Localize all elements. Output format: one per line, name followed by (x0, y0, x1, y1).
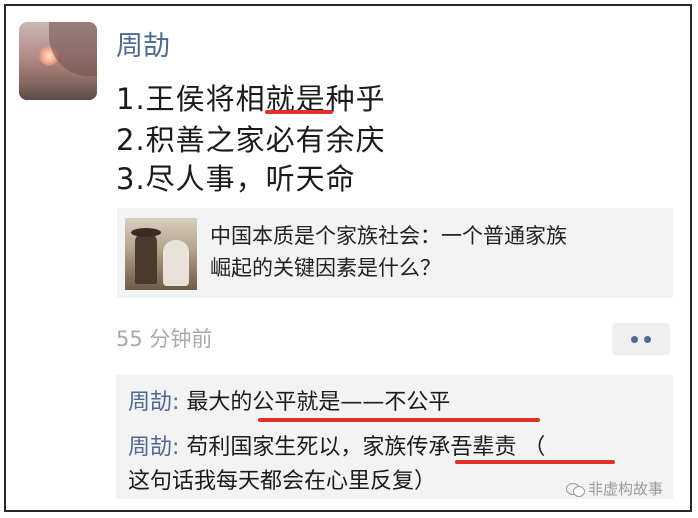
comment-text: 苟利国家生死以，家族传承吾辈责 （ (186, 435, 546, 460)
red-underline-annotation (265, 110, 333, 114)
thumbnail-hat (131, 228, 161, 237)
comment-separator: : (172, 390, 187, 415)
shared-article-card[interactable]: 中国本质是个家族社会：一个普通家族 崛起的关键因素是什么？ (117, 208, 673, 298)
thumbnail-rider (135, 232, 157, 284)
avatar-ground (19, 80, 97, 100)
wechat-icon (566, 481, 585, 497)
comment-text: 最大的公平就是——不公平 (186, 390, 451, 415)
article-title: 中国本质是个家族社会：一个普通家族 崛起的关键因素是什么？ (210, 220, 665, 284)
comment-author[interactable]: 周劼 (128, 390, 172, 415)
comment-2[interactable]: 周劼: 苟利国家生死以，家族传承吾辈责 （ (128, 429, 545, 461)
comment-1[interactable]: 周劼: 最大的公平就是——不公平 (128, 384, 450, 416)
post-text-line-1: 1.王侯将相就是种乎 (116, 82, 386, 116)
comment-separator: : (172, 435, 187, 460)
watermark: 非虚构故事 (566, 478, 663, 499)
post-text-line-2: 2.积善之家必有余庆 (116, 123, 386, 157)
article-thumbnail (125, 218, 197, 290)
comment-2-continued: 这句话我每天都会在心里反复） (128, 469, 437, 494)
red-underline-annotation (455, 460, 615, 464)
watermark-text: 非虚构故事 (588, 480, 664, 498)
more-dot-icon (644, 335, 651, 343)
thumbnail-horse (163, 240, 189, 286)
article-title-line-1: 中国本质是个家族社会：一个普通家族 (210, 224, 567, 248)
post-text-line-3: 3.尽人事，听天命 (116, 162, 356, 196)
post-author-name[interactable]: 周劼 (116, 24, 170, 63)
red-underline-annotation (258, 418, 540, 422)
article-title-line-2: 崛起的关键因素是什么？ (210, 256, 441, 280)
like-comment-menu-button[interactable] (612, 323, 670, 355)
post-timestamp: 55 分钟前 (116, 327, 213, 351)
more-dot-icon (631, 335, 638, 343)
avatar-branch (49, 22, 97, 76)
avatar[interactable] (19, 22, 97, 100)
comment-author[interactable]: 周劼 (128, 435, 172, 460)
